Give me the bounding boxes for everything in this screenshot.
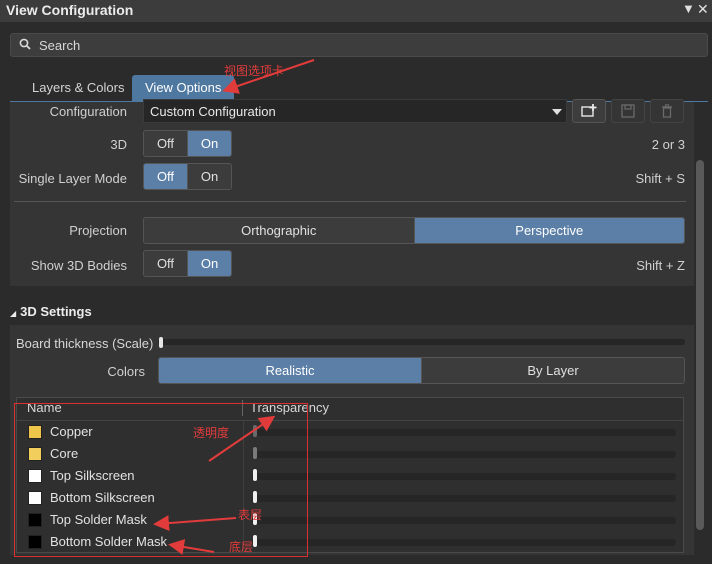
annotation-arrows <box>153 59 315 555</box>
arrow-top-layer <box>153 515 237 532</box>
arrow-transparency <box>208 415 276 462</box>
arrow-view-options <box>222 59 315 94</box>
arrow-bottom-layer <box>168 539 215 555</box>
